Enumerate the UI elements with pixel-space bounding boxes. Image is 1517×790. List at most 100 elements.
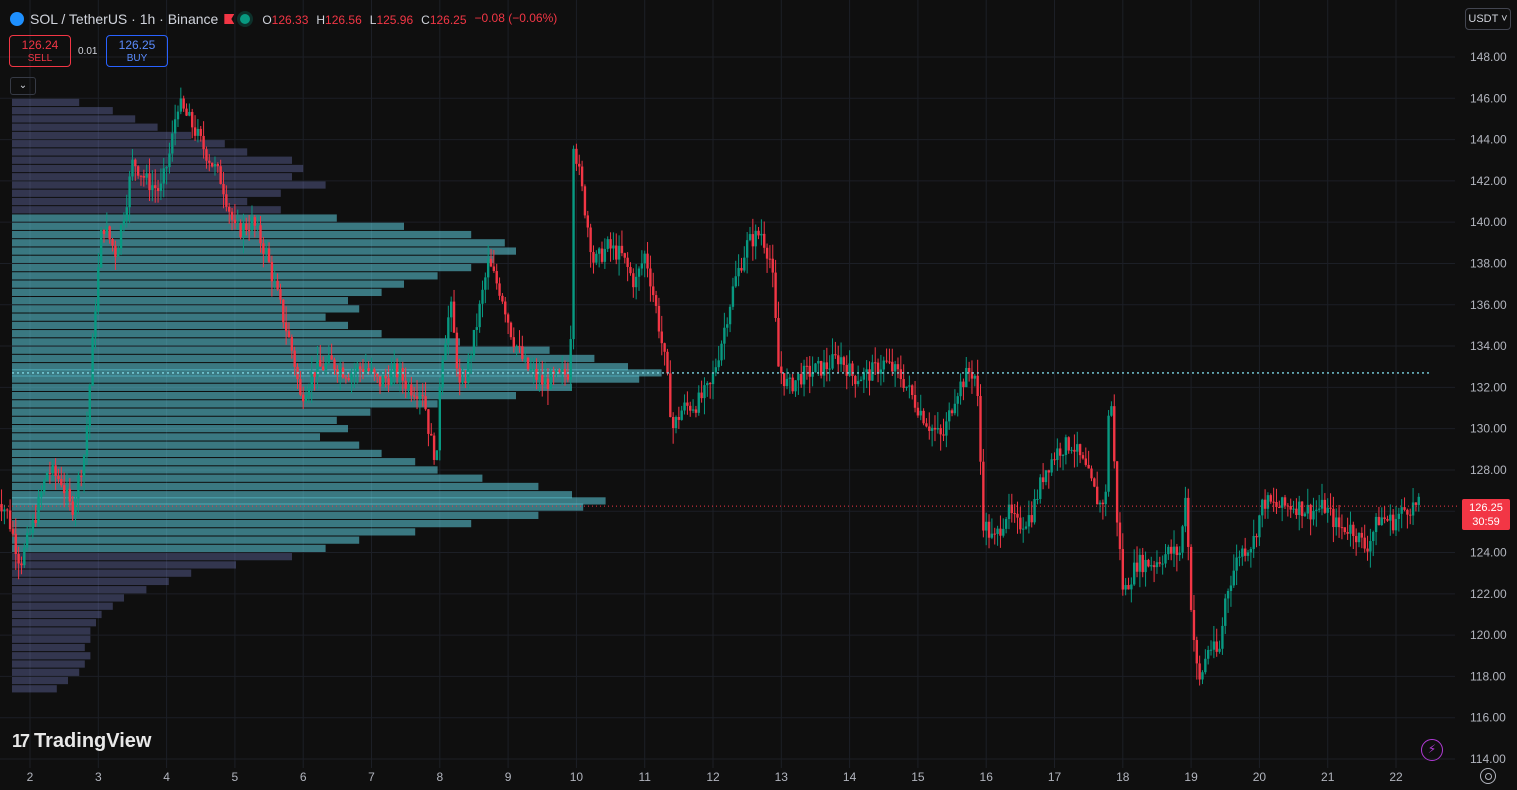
candle-body: [876, 362, 880, 374]
symbol-title[interactable]: SOL / TetherUS · 1h · Binance: [30, 11, 218, 27]
price-axis[interactable]: 114.00 116.00 118.00 120.00 122.00 124.00 126.…: [1470, 50, 1507, 766]
candle-body: [384, 376, 387, 379]
candle-body: [1209, 649, 1213, 651]
candle-body: [1090, 468, 1093, 479]
candle-body: [1246, 552, 1250, 556]
volume-profile-bar: [12, 400, 438, 408]
candle-body: [361, 369, 365, 373]
candle-body: [136, 166, 140, 176]
candle-body: [37, 497, 40, 523]
candle-body: [1093, 478, 1096, 487]
candle-body: [151, 185, 154, 191]
candle-body: [589, 227, 592, 253]
candle-body: [802, 365, 806, 385]
x-tick-label: 14: [843, 770, 857, 784]
volume-profile-bar: [12, 520, 472, 528]
x-tick-label: 11: [638, 770, 651, 784]
candle-body: [930, 427, 934, 431]
candle-body: [979, 396, 982, 462]
buy-button[interactable]: 126.25 BUY: [106, 35, 168, 67]
candle-body: [1289, 505, 1292, 510]
candle-body: [486, 258, 490, 278]
time-axis[interactable]: 2 3 4 5 6 7 8 9 10 11 12 13 14 15 16 17 18 19 20 21 22: [27, 770, 1403, 784]
flag-icon[interactable]: [224, 14, 235, 24]
candle-body: [222, 183, 225, 195]
volume-profile-bar: [12, 263, 472, 272]
spread-value: 0.01: [78, 46, 98, 57]
candle-body: [191, 111, 194, 128]
candle-body: [948, 410, 951, 422]
candle-body: [669, 373, 672, 418]
candle-body: [142, 175, 146, 178]
candle-body: [484, 277, 487, 290]
candle-body: [447, 317, 450, 344]
candle-body: [919, 410, 922, 416]
candle-body: [595, 253, 598, 263]
candle-body: [748, 234, 752, 241]
candle-body: [566, 374, 570, 380]
candle-body: [987, 521, 991, 538]
candle-body: [1406, 509, 1409, 515]
sell-price: 126.24: [21, 38, 59, 52]
volume-profile-bar: [12, 602, 113, 610]
volume-profile-bar: [12, 280, 404, 288]
candle-body: [1409, 514, 1412, 516]
x-tick-label: 16: [980, 770, 994, 784]
candle-body: [893, 364, 897, 372]
candle-body: [666, 351, 669, 374]
candle-body: [501, 295, 504, 302]
candle-body: [549, 371, 552, 389]
candle-body: [854, 375, 857, 385]
candle-body: [1320, 499, 1324, 509]
candle-body: [31, 519, 35, 533]
candle-body: [723, 327, 726, 344]
candle-body: [1278, 507, 1281, 509]
gear-icon[interactable]: [1480, 768, 1496, 784]
candle-body: [1073, 449, 1076, 452]
tradingview-logo[interactable]: 17 TradingView: [12, 730, 151, 753]
candle-body: [831, 354, 834, 369]
currency-label: USDT: [1468, 13, 1499, 25]
candle-body: [1312, 510, 1315, 520]
volume-profile-bar: [12, 164, 304, 173]
candle-body: [1309, 504, 1312, 520]
candle-body: [1058, 448, 1062, 456]
candle-body: [671, 417, 675, 429]
candle-body: [774, 272, 777, 318]
open-value: 126.33: [271, 13, 309, 27]
candle-body: [0, 503, 3, 512]
candle-body: [708, 383, 712, 385]
candle-body: [1127, 585, 1130, 590]
candle-body: [680, 410, 683, 420]
candle-body: [711, 372, 715, 385]
volume-profile-bar: [12, 594, 124, 602]
candle-body: [1329, 507, 1332, 509]
candle-body: [1036, 499, 1039, 501]
candle-body: [393, 363, 396, 371]
x-tick-label: 13: [775, 770, 789, 784]
price-chart[interactable]: 114.00 116.00 118.00 120.00 122.00 124.00 126.…: [0, 0, 1517, 790]
candle-body: [230, 211, 234, 220]
candle-body: [1050, 459, 1053, 473]
candle-body: [600, 248, 604, 262]
candle-body: [154, 185, 157, 189]
chevron-down-icon: ⌄: [18, 80, 28, 91]
candle-body: [976, 375, 979, 397]
lightning-icon[interactable]: ⚡: [1421, 739, 1443, 761]
candle-body: [156, 188, 160, 192]
collapse-button[interactable]: ⌄: [10, 77, 36, 95]
candle-body: [208, 160, 211, 163]
candle-body: [182, 98, 185, 109]
candle-body: [965, 367, 968, 388]
volume-profile-bar: [12, 222, 404, 230]
volume-profile-bar: [12, 206, 281, 214]
candle-body: [1178, 552, 1181, 556]
y-tick-label: 124.00: [1470, 546, 1507, 560]
candle-body: [822, 362, 826, 376]
sell-button[interactable]: 126.24 SELL: [9, 35, 71, 67]
candle-body: [1212, 641, 1216, 650]
currency-button[interactable]: USDT ˅: [1465, 8, 1511, 30]
candle-body: [518, 345, 521, 347]
candle-body: [1366, 548, 1369, 552]
candle-body: [1394, 518, 1398, 531]
